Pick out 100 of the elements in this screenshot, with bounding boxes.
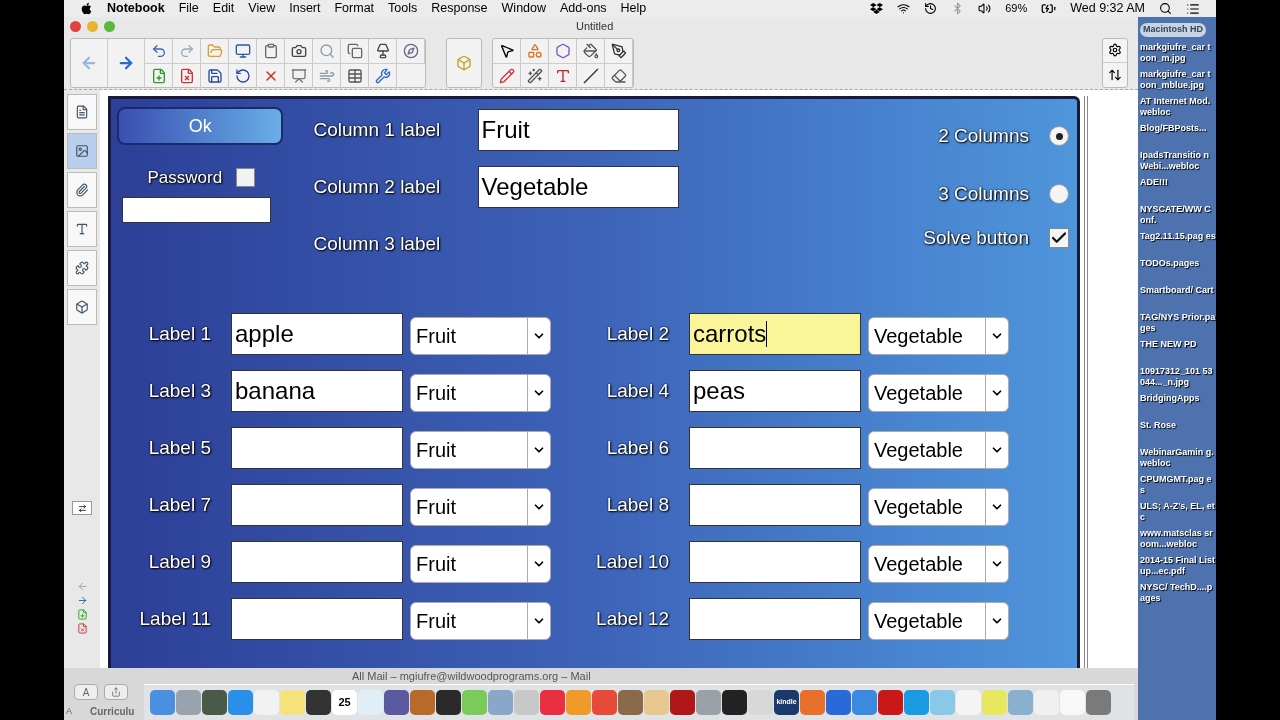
desktop-file[interactable]: ADE!!! <box>1140 176 1216 199</box>
menu-item[interactable]: Edit <box>212 0 235 18</box>
close-button[interactable] <box>70 21 81 32</box>
column-label: Column 2 label <box>313 174 442 199</box>
sidebar-toggle-button[interactable] <box>72 501 92 515</box>
category-dropdown[interactable]: Vegetable <box>868 374 1009 412</box>
category-dropdown[interactable]: Fruit <box>410 488 551 526</box>
row-label: Label 1 <box>147 321 212 346</box>
desktop-file[interactable]: NYSC/ TechD....pages <box>1140 581 1216 604</box>
category-dropdown[interactable]: Vegetable <box>868 602 1009 640</box>
desktop-file[interactable]: BridgingApps <box>1140 392 1216 415</box>
password-label: Password <box>147 167 223 189</box>
desktop-file[interactable]: Smartboard/ Cart <box>1140 284 1216 307</box>
text-field[interactable]: peas <box>689 370 861 412</box>
menu-item[interactable]: Tools <box>388 0 418 18</box>
desktop-file[interactable]: THE NEW PD <box>1140 338 1216 361</box>
text-field[interactable] <box>689 598 861 640</box>
dock-app-icon[interactable] <box>722 690 747 715</box>
desktop-file[interactable]: markgiufre_car toon_m.jpg <box>1140 41 1216 64</box>
share-button[interactable] <box>104 684 128 700</box>
gallery-tab[interactable] <box>67 133 97 169</box>
desktop-file[interactable]: 2014-15 Final Listup...ec.pdf <box>1140 554 1216 577</box>
password-field[interactable] <box>121 196 271 223</box>
drive-label[interactable]: Macintosh HD <box>1140 23 1206 37</box>
menu-item[interactable]: File <box>178 0 199 18</box>
dock-app-icon[interactable]: 25 <box>332 690 357 715</box>
attachments-tab[interactable] <box>67 172 97 208</box>
menu-item[interactable]: Response <box>431 0 488 18</box>
desktop-file[interactable]: AT Internet Mod.webloc <box>1140 95 1216 118</box>
desktop-file[interactable]: 10917312_101 53044..._n.jpg <box>1140 365 1216 388</box>
radio-button[interactable] <box>1049 126 1069 146</box>
menu-item[interactable]: Add-ons <box>560 0 607 18</box>
battery-icon[interactable] <box>1041 1 1057 16</box>
category-dropdown[interactable]: Fruit <box>410 431 551 469</box>
dock-app-icon[interactable] <box>436 690 461 715</box>
text-field[interactable] <box>689 541 861 583</box>
radio-button[interactable] <box>1049 184 1069 204</box>
box-icon <box>75 300 89 314</box>
desktop-file[interactable]: CPUMGMT.pag es <box>1140 473 1216 496</box>
desktop-file[interactable]: ULS; A-Z's, EL, etc <box>1140 500 1216 523</box>
desktop-file[interactable]: WebinarGamin g.webloc <box>1140 446 1216 469</box>
menu-item[interactable]: Help <box>620 0 647 18</box>
dock-app-icon[interactable] <box>670 690 695 715</box>
menu-item[interactable]: View <box>248 0 276 18</box>
text-field[interactable] <box>231 484 403 526</box>
text-field[interactable] <box>231 427 403 469</box>
category-dropdown[interactable]: Fruit <box>410 317 551 355</box>
text-field[interactable]: Fruit <box>477 109 679 151</box>
category-dropdown[interactable]: Vegetable <box>868 488 1009 526</box>
text-field[interactable] <box>689 484 861 526</box>
category-dropdown[interactable]: Fruit <box>410 374 551 412</box>
response-tab[interactable] <box>67 289 97 325</box>
dock-app-icon[interactable] <box>384 690 409 715</box>
category-dropdown[interactable]: Vegetable <box>868 317 1009 355</box>
category-dropdown[interactable]: Fruit <box>410 545 551 583</box>
desktop-file[interactable]: IpadsTransitio nWebi...webloc <box>1140 149 1216 172</box>
addons-tab[interactable] <box>67 250 97 286</box>
ok-button[interactable]: Ok <box>117 107 284 145</box>
text-field[interactable]: banana <box>231 370 403 412</box>
text-field[interactable] <box>689 427 861 469</box>
dock-app-icon[interactable] <box>306 690 331 715</box>
battery-percent: 69% <box>1005 1 1028 17</box>
menu-item[interactable]: Format <box>334 0 375 18</box>
format-menu[interactable]: A <box>66 705 72 719</box>
font-button[interactable]: A <box>74 684 98 700</box>
category-dropdown[interactable]: Vegetable <box>868 545 1009 583</box>
properties-tab[interactable] <box>67 211 97 247</box>
password-checkbox[interactable] <box>236 168 256 188</box>
desktop-file[interactable]: TODOs.pages <box>1140 257 1216 280</box>
desktop-file[interactable]: TAG/NYS Prior.pages <box>1140 311 1216 334</box>
clock-icon[interactable] <box>924 2 938 15</box>
text-field[interactable]: carrots <box>689 313 861 355</box>
category-dropdown[interactable]: Vegetable <box>868 431 1009 469</box>
mail-window-title: All Mail – mgiufre@wildwoodprograms.org – Mail <box>352 669 591 684</box>
desktop-file[interactable]: Blog/FBPosts... <box>1140 122 1216 145</box>
text-field[interactable] <box>231 541 403 583</box>
desktop-file[interactable]: markgiufre_car toon_mblue.jpg <box>1140 68 1216 91</box>
text-field[interactable]: apple <box>231 313 403 355</box>
dropbox-icon[interactable] <box>870 2 884 15</box>
volume-icon[interactable] <box>978 2 992 15</box>
page-sorter-tab[interactable] <box>67 94 97 130</box>
apple-icon[interactable] <box>80 2 93 15</box>
list-icon[interactable] <box>1186 1 1200 16</box>
search-icon[interactable] <box>1159 2 1172 15</box>
wifi-icon[interactable] <box>897 2 911 15</box>
add-page-icon[interactable] <box>76 609 88 620</box>
menu-item[interactable]: Window <box>501 0 547 18</box>
desktop-file[interactable]: www.matsclas sroom...webloc <box>1140 527 1216 550</box>
category-dropdown[interactable]: Fruit <box>410 602 551 640</box>
delete-page-icon[interactable] <box>76 623 88 634</box>
text-field[interactable] <box>231 598 403 640</box>
dock-app-icon[interactable] <box>202 690 227 715</box>
desktop-file[interactable]: Tag2.11.15.pag es <box>1140 230 1216 253</box>
forward-arrow-icon[interactable] <box>76 595 88 606</box>
text-field[interactable]: Vegetable <box>477 166 679 208</box>
menu-app-name[interactable]: Notebook <box>107 0 165 18</box>
menu-item[interactable]: Insert <box>289 0 321 18</box>
desktop-file[interactable]: St. Rose <box>1140 419 1216 442</box>
desktop-file[interactable]: NYSCATE/WW Conf. <box>1140 203 1216 226</box>
solve-checkbox[interactable] <box>1049 228 1069 248</box>
